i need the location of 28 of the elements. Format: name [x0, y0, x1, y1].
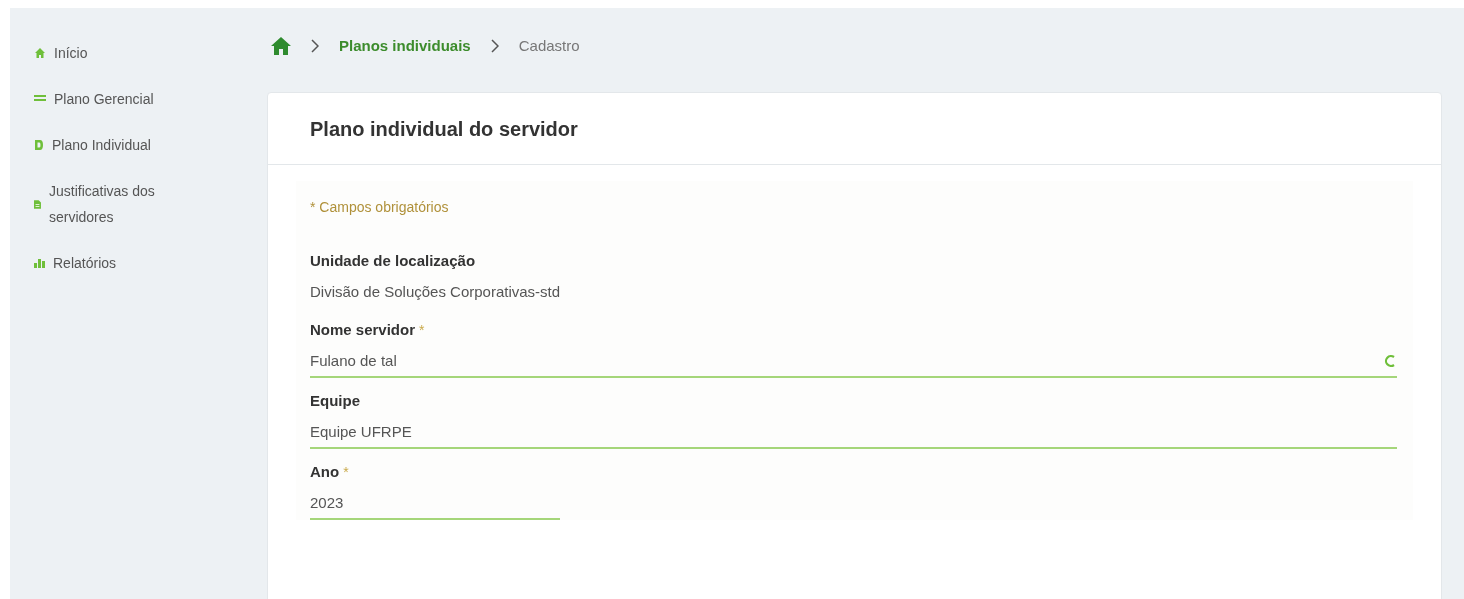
sidebar-item[interactable]: Início — [34, 40, 184, 66]
sidebar-item[interactable]: Plano Gerencial — [34, 86, 184, 112]
text-field[interactable]: 2023 — [310, 491, 560, 520]
field-value: Divisão de Soluções Corporativas-std — [310, 281, 562, 302]
home-icon[interactable] — [271, 37, 291, 55]
field-label: Equipe — [310, 391, 360, 411]
required-note: * Campos obrigatórios — [310, 198, 450, 217]
breadcrumb-link[interactable]: Cadastro — [518, 34, 580, 58]
text-field[interactable]: Fulano de tal — [310, 349, 1397, 378]
required-mark: * — [419, 321, 425, 340]
document-icon — [34, 139, 44, 151]
sidebar-item[interactable]: Justificativas dos servidores — [34, 178, 184, 230]
card-title: Plano individual do servidor — [310, 116, 578, 142]
chevron-right-icon — [490, 39, 499, 53]
field-label: Ano — [310, 462, 340, 482]
home-icon — [34, 47, 46, 59]
chevron-right-icon — [311, 39, 319, 53]
sidebar-item[interactable]: Relatórios — [34, 250, 184, 276]
bar-chart-icon — [34, 258, 45, 268]
required-mark: * — [343, 463, 349, 482]
breadcrumb-link[interactable]: Planos individuais — [339, 34, 471, 58]
loading-spinner-icon — [1383, 353, 1397, 368]
field-label: Unidade de localização — [310, 251, 476, 271]
field-label: Nome servidor — [310, 320, 416, 340]
text-field[interactable]: Equipe UFRPE — [310, 420, 1397, 449]
sidebar-item[interactable]: Plano Individual — [34, 132, 184, 158]
list-icon — [34, 94, 46, 104]
file-icon — [34, 198, 41, 210]
